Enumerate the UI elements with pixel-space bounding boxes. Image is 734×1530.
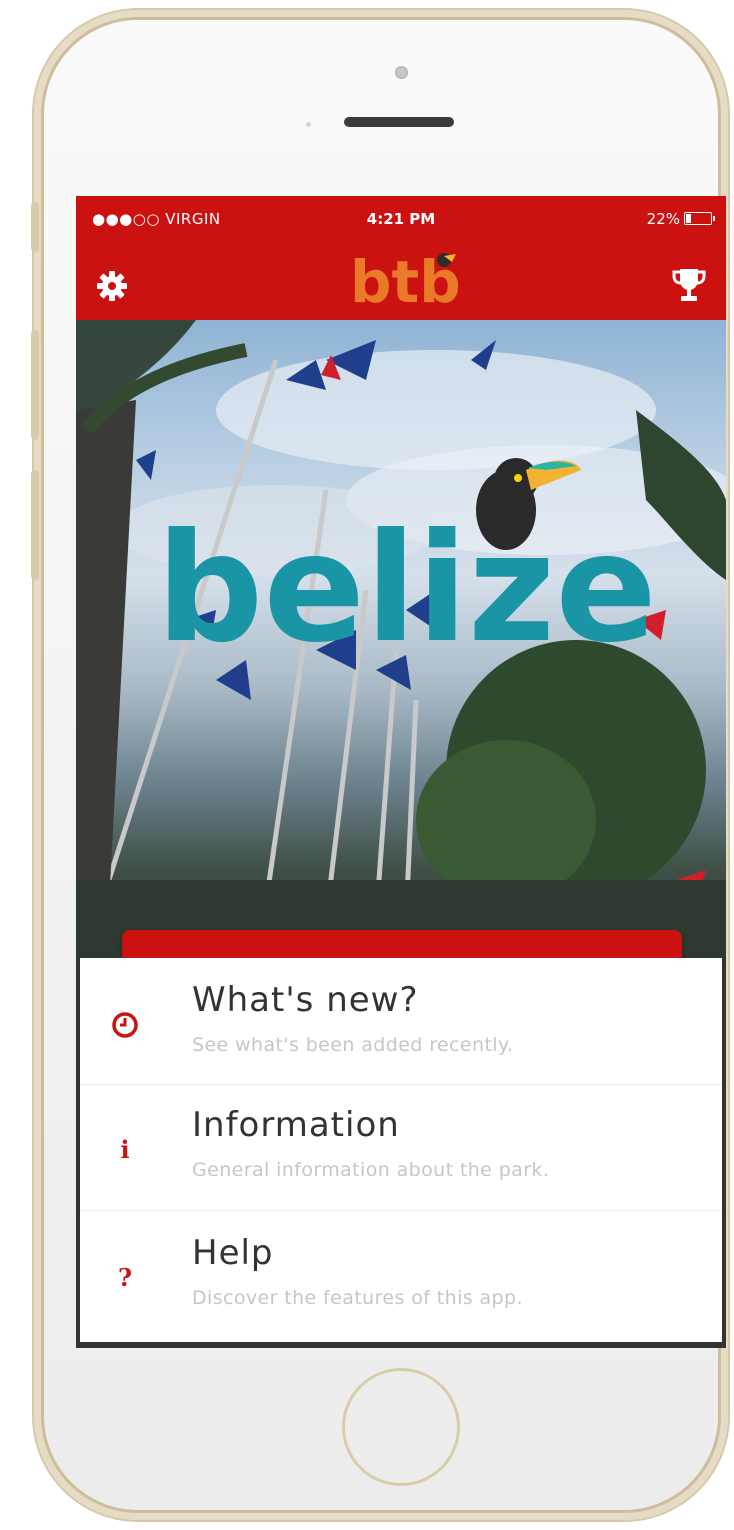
menu-item-title: Information [192,1105,400,1145]
question-icon: ? [117,1263,133,1292]
info-icon: i [120,1135,130,1164]
battery-icon [684,212,715,225]
volume-up-button [31,330,39,440]
battery-percent: 22% [646,210,680,228]
volume-down-button [31,470,39,580]
menu-item-title: What's new? [192,980,419,1020]
home-button[interactable] [342,1368,460,1486]
gear-icon[interactable] [94,268,130,304]
menu-item-subtitle: See what's been added recently. [192,1034,514,1056]
menu-list: What's new? See what's been added recent… [80,958,722,1342]
menu-item-information[interactable]: i Information General information about … [80,1084,722,1211]
menu-item-title: Help [192,1233,274,1273]
front-camera [395,66,408,79]
status-bar: ●●●○○ VIRGIN 4:21 PM 22% [76,196,726,242]
clock-icon [112,1012,138,1038]
mute-switch [31,202,39,252]
brand-logo: btb [348,244,461,316]
app-header: ●●●○○ VIRGIN 4:21 PM 22% btb [76,196,726,320]
app-screen: ●●●○○ VIRGIN 4:21 PM 22% btb belize What… [76,196,726,1348]
menu-item-subtitle: Discover the features of this app. [192,1287,523,1309]
belize-logo: belize [156,502,657,676]
menu-item-subtitle: General information about the park. [192,1159,550,1181]
proximity-sensor [306,122,311,127]
belize-logo-text: belize [156,502,657,676]
battery-indicator: 22% [646,210,715,228]
menu-item-whats-new[interactable]: What's new? See what's been added recent… [80,958,722,1084]
hero-image: belize Explore [76,320,726,1042]
menu-item-help[interactable]: ? Help Discover the features of this app… [80,1210,722,1337]
trophy-icon[interactable] [672,266,706,304]
earpiece-speaker [344,117,454,127]
status-time: 4:21 PM [366,210,436,228]
